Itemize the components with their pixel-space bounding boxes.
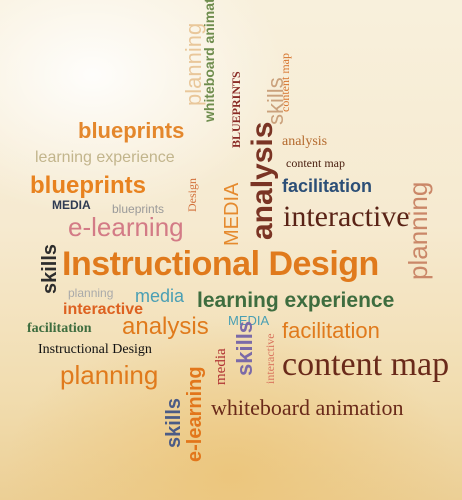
word-interactive-vertical: interactive <box>263 333 277 384</box>
word-skills-left-vertical: skills <box>39 243 61 294</box>
word-facilitation-1: facilitation <box>282 176 373 196</box>
word-analysis-vertical: analysis <box>246 121 279 240</box>
word-instructional-design-main: Instructional Design <box>62 245 379 283</box>
word-design-vertical: Design <box>185 178 199 212</box>
word-learning-experience-2: learning experience <box>197 289 395 312</box>
word-skills-vertical-small: skills <box>263 77 288 125</box>
word-content-map-small: content map <box>286 156 345 170</box>
word-media-vertical-2: media <box>213 348 229 385</box>
word-instructional-design-small: Instructional Design <box>38 342 152 357</box>
word-cloud-canvas: planning whiteboard animation content ma… <box>0 0 462 500</box>
word-skills-bottom-vertical: skills <box>163 397 185 448</box>
word-blueprints-2: blueprints <box>30 172 147 199</box>
word-content-map-big: content map <box>282 346 450 383</box>
word-media-small: MEDIA <box>52 198 91 212</box>
word-blueprints-vertical: BLUEPRINTS <box>229 71 243 148</box>
word-facilitation-2: facilitation <box>282 318 380 343</box>
word-whiteboard-animation-bottom: whiteboard animation <box>211 395 404 420</box>
word-planning-small: planning <box>68 286 114 300</box>
word-blueprints-1: blueprints <box>78 118 185 143</box>
word-e-learning-vertical: e-learning <box>184 366 206 462</box>
word-interactive-1: interactive <box>283 200 410 233</box>
word-analysis-2: analysis <box>122 313 209 340</box>
word-whiteboard-animation-vertical: whiteboard animation <box>201 0 217 122</box>
word-e-learning-1: e-learning <box>68 212 184 242</box>
word-learning-experience-1: learning experience <box>35 149 175 166</box>
word-facilitation-3: facilitation <box>27 321 92 336</box>
word-analysis-small: analysis <box>282 134 328 149</box>
word-planning-bottom: planning <box>60 360 159 390</box>
word-skills-vertical-2: skills <box>232 320 257 376</box>
word-media-vertical: MEDIA <box>221 182 243 246</box>
